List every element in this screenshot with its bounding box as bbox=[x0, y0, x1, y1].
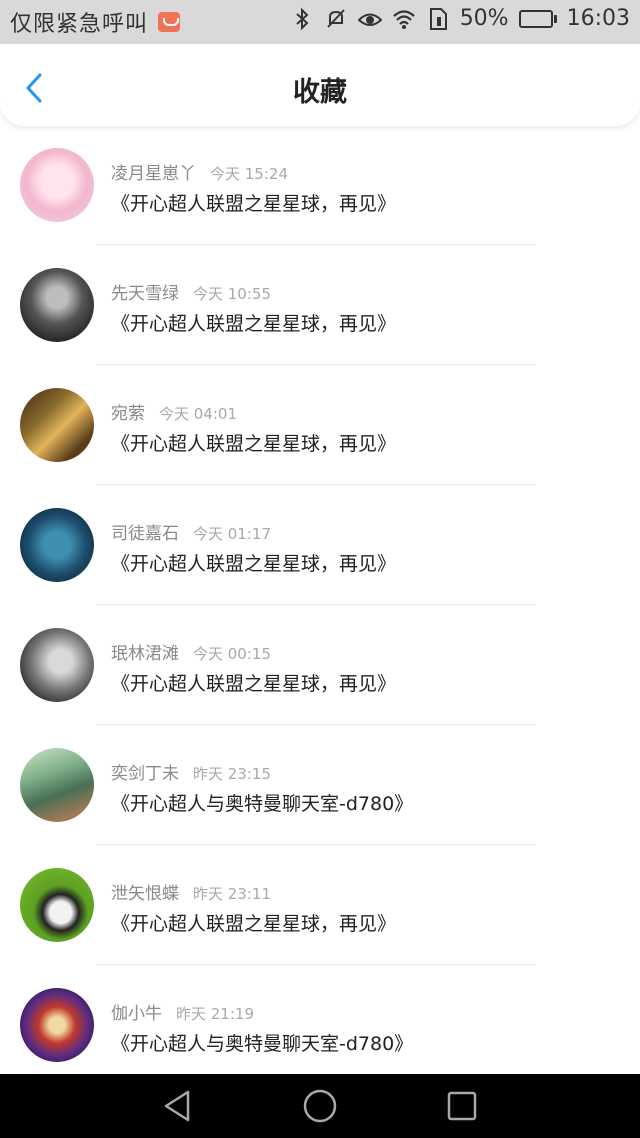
favorite-item[interactable]: 伽小牛 昨天 21:19 《开心超人与奥特曼聊天室-d780》 bbox=[0, 966, 640, 1074]
status-left: 仅限紧急呼叫 bbox=[10, 6, 181, 38]
favorite-item[interactable]: 凌月星崽丫 今天 15:24 《开心超人联盟之星星球，再见》 bbox=[0, 126, 640, 246]
avatar bbox=[20, 268, 94, 342]
user-name: 伽小牛 bbox=[111, 1004, 162, 1024]
back-triangle-icon bbox=[164, 1090, 190, 1122]
post-time: 今天 10:55 bbox=[193, 285, 271, 303]
clock: 16:03 bbox=[566, 6, 630, 31]
divider bbox=[96, 364, 536, 365]
carrier-text: 仅限紧急呼叫 bbox=[10, 12, 149, 37]
favorite-item[interactable]: 奕剑丁未 昨天 23:15 《开心超人与奥特曼聊天室-d780》 bbox=[0, 726, 640, 846]
bluetooth-icon bbox=[290, 7, 314, 31]
post-time: 昨天 23:11 bbox=[193, 885, 271, 903]
sim-icon bbox=[426, 7, 450, 31]
recents-square-icon bbox=[447, 1091, 477, 1121]
avatar bbox=[20, 748, 94, 822]
item-title: 《开心超人联盟之星星球，再见》 bbox=[111, 193, 397, 215]
post-time: 今天 15:24 bbox=[210, 165, 288, 183]
battery-percent: 50% bbox=[459, 6, 509, 31]
page-title: 收藏 bbox=[293, 77, 347, 108]
system-nav-bar bbox=[0, 1074, 640, 1138]
item-title: 《开心超人与奥特曼聊天室-d780》 bbox=[111, 1033, 414, 1055]
mute-icon bbox=[324, 7, 348, 31]
post-time: 昨天 23:15 bbox=[193, 765, 271, 783]
nav-recents-button[interactable] bbox=[442, 1088, 482, 1124]
favorite-item[interactable]: 司徒嘉石 今天 01:17 《开心超人联盟之星星球，再见》 bbox=[0, 486, 640, 606]
item-title: 《开心超人联盟之星星球，再见》 bbox=[111, 553, 397, 575]
divider bbox=[96, 844, 536, 845]
avatar bbox=[20, 508, 94, 582]
item-title: 《开心超人联盟之星星球，再见》 bbox=[111, 913, 397, 935]
post-time: 今天 00:15 bbox=[193, 645, 271, 663]
divider bbox=[96, 964, 536, 965]
nav-home-button[interactable] bbox=[300, 1088, 340, 1124]
status-right: 50% 16:03 bbox=[290, 6, 630, 31]
favorite-item[interactable]: 宛萦 今天 04:01 《开心超人联盟之星星球，再见》 bbox=[0, 366, 640, 486]
post-time: 今天 04:01 bbox=[159, 405, 237, 423]
item-title: 《开心超人与奥特曼聊天室-d780》 bbox=[111, 793, 414, 815]
user-name: 先天雪绿 bbox=[111, 284, 179, 304]
user-name: 奕剑丁未 bbox=[111, 764, 179, 784]
divider bbox=[96, 724, 536, 725]
avatar bbox=[20, 388, 94, 462]
favorite-item[interactable]: 先天雪绿 今天 10:55 《开心超人联盟之星星球，再见》 bbox=[0, 246, 640, 366]
divider bbox=[96, 244, 536, 245]
nav-back-button[interactable] bbox=[158, 1088, 198, 1124]
favorite-item[interactable]: 珉林涒滩 今天 00:15 《开心超人联盟之星星球，再见》 bbox=[0, 606, 640, 726]
item-title: 《开心超人联盟之星星球，再见》 bbox=[111, 433, 397, 455]
eye-icon bbox=[357, 7, 382, 31]
post-time: 昨天 21:19 bbox=[176, 1005, 254, 1023]
user-name: 司徒嘉石 bbox=[111, 524, 179, 544]
item-title: 《开心超人联盟之星星球，再见》 bbox=[111, 673, 397, 695]
divider bbox=[96, 604, 536, 605]
user-name: 珉林涒滩 bbox=[111, 644, 179, 664]
avatar bbox=[20, 148, 94, 222]
avatar bbox=[20, 868, 94, 942]
mail-icon bbox=[158, 12, 181, 32]
wifi-icon bbox=[392, 7, 416, 31]
user-name: 泄矢恨蝶 bbox=[111, 884, 179, 904]
item-title: 《开心超人联盟之星星球，再见》 bbox=[111, 313, 397, 335]
user-name: 宛萦 bbox=[111, 404, 145, 424]
battery-icon bbox=[518, 9, 557, 28]
user-name: 凌月星崽丫 bbox=[111, 164, 196, 184]
avatar bbox=[20, 628, 94, 702]
header: 收藏 bbox=[0, 44, 640, 126]
status-bar: 仅限紧急呼叫 50% 16:03 bbox=[0, 0, 640, 44]
divider bbox=[96, 484, 536, 485]
favorite-item[interactable]: 泄矢恨蝶 昨天 23:11 《开心超人联盟之星星球，再见》 bbox=[0, 846, 640, 966]
avatar bbox=[20, 988, 94, 1062]
post-time: 今天 01:17 bbox=[193, 525, 271, 543]
home-circle-icon bbox=[303, 1089, 337, 1123]
favorites-list: 凌月星崽丫 今天 15:24 《开心超人联盟之星星球，再见》 先天雪绿 今天 10:… bbox=[0, 126, 640, 1074]
